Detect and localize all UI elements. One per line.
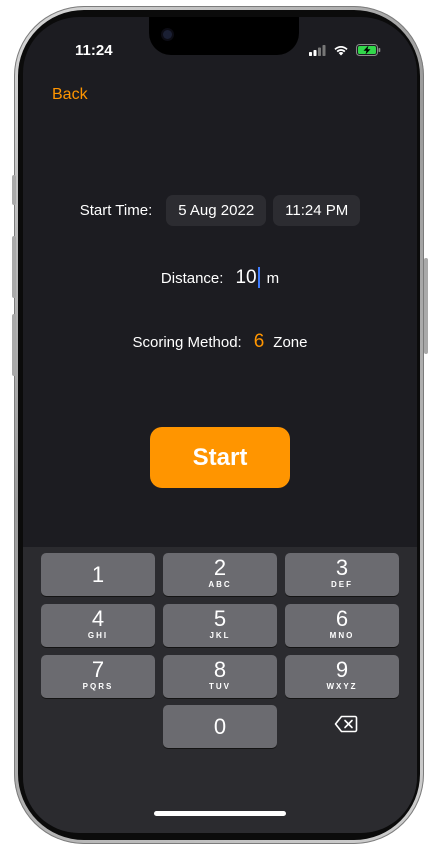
key-digit: 1	[91, 562, 105, 587]
key-letters: ABC	[208, 580, 232, 589]
key-9[interactable]: 9 WXYZ	[285, 655, 399, 698]
key-8[interactable]: 8 TUV	[163, 655, 277, 698]
key-letters: WXYZ	[326, 682, 358, 691]
delete-key[interactable]	[289, 705, 403, 748]
status-icons	[309, 43, 381, 61]
key-6[interactable]: 6 MNO	[285, 604, 399, 647]
key-5[interactable]: 5 JKL	[163, 604, 277, 647]
key-letters: GHI	[87, 631, 109, 640]
key-letters: DEF	[331, 580, 353, 589]
key-digit: 3	[335, 555, 349, 580]
key-letters: MNO	[329, 631, 355, 640]
power-button	[424, 258, 428, 354]
key-letters: TUV	[209, 682, 231, 691]
key-digit: 6	[335, 606, 349, 631]
scoring-method-label: Scoring Method:	[132, 333, 242, 351]
key-3[interactable]: 3 DEF	[285, 553, 399, 596]
key-4[interactable]: 4 GHI	[41, 604, 155, 647]
text-cursor	[257, 267, 260, 289]
scoring-method-row: Scoring Method: 6 Zone	[23, 329, 417, 355]
start-time-label: Start Time:	[79, 202, 153, 219]
start-time-row: Start Time: 5 Aug 2022 11:24 PM	[23, 195, 417, 226]
silent-switch	[12, 175, 16, 205]
scoring-method-value[interactable]: 6	[254, 331, 265, 353]
front-camera	[163, 30, 172, 39]
key-1[interactable]: 1	[41, 553, 155, 596]
key-digit: 8	[213, 657, 227, 682]
key-digit: 4	[91, 606, 105, 631]
distance-value: 10	[235, 267, 257, 288]
wifi-icon	[333, 43, 349, 61]
start-button[interactable]: Start	[150, 427, 290, 488]
home-indicator[interactable]	[154, 811, 286, 816]
scoring-method-unit: Zone	[273, 333, 308, 351]
volume-down-button	[12, 314, 16, 376]
key-7[interactable]: 7 PQRS	[41, 655, 155, 698]
distance-unit: m	[266, 269, 280, 287]
number-keypad: 1 2 ABC 3 DEF 4 GHI 5 JKL 6 MNO 7 PQRS 8…	[23, 547, 417, 833]
key-letters: JKL	[209, 631, 231, 640]
key-digit: 9	[335, 657, 349, 682]
back-button[interactable]: Back	[52, 86, 88, 104]
cellular-signal-icon	[309, 43, 326, 61]
key-0[interactable]: 0	[163, 705, 277, 748]
distance-label: Distance:	[160, 269, 224, 287]
key-letters: PQRS	[82, 682, 114, 691]
notch	[149, 17, 299, 55]
status-time: 11:24	[75, 42, 113, 59]
key-digit: 2	[213, 555, 227, 580]
key-digit: 7	[91, 657, 105, 682]
distance-row: Distance: 10 m	[23, 265, 417, 291]
key-digit: 5	[213, 606, 227, 631]
start-date-picker[interactable]: 5 Aug 2022	[166, 195, 267, 226]
battery-charging-icon	[356, 43, 381, 61]
app-screen: 11:24 Back Start Time: 5 Aug 2022 11:24 …	[23, 17, 417, 833]
key-2[interactable]: 2 ABC	[163, 553, 277, 596]
backspace-icon	[334, 715, 358, 738]
key-digit: 0	[213, 714, 227, 739]
volume-up-button	[12, 236, 16, 298]
start-time-picker[interactable]: 11:24 PM	[273, 195, 361, 226]
distance-input[interactable]: 10	[235, 267, 260, 289]
